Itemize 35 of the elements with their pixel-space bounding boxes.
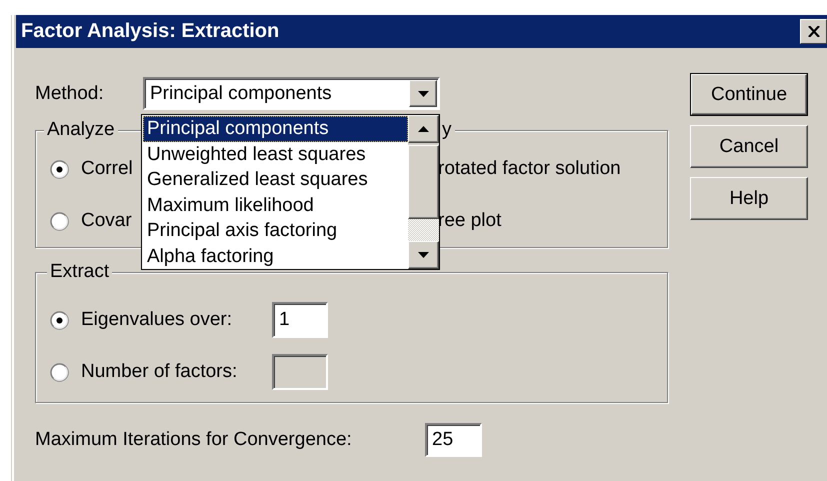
up-arrow-icon <box>418 126 429 132</box>
radio-label: Number of factors: <box>81 361 238 383</box>
cancel-button[interactable]: Cancel <box>690 125 808 168</box>
radio-label: Covar <box>81 210 132 232</box>
option-label: rotated factor solution <box>438 157 622 181</box>
scrollbar[interactable] <box>408 115 439 269</box>
method-dropdown[interactable]: Principal components <box>143 77 440 110</box>
scroll-up-button[interactable] <box>408 115 439 143</box>
group-label: Analyze <box>44 119 118 141</box>
radio-button[interactable] <box>50 212 69 230</box>
list-option[interactable]: Alpha factoring <box>143 244 408 269</box>
number-field[interactable]: 25 <box>425 423 482 457</box>
radio-label: Eigenvalues over: <box>81 309 232 331</box>
down-arrow-icon <box>418 252 429 258</box>
help-button[interactable]: Help <box>690 177 808 220</box>
continue-button[interactable]: Continue <box>690 73 808 116</box>
scroll-track[interactable] <box>408 219 439 241</box>
list-option[interactable]: Generalized least squares <box>143 167 408 192</box>
radio-label: Correl <box>81 158 133 180</box>
close-icon <box>808 26 820 37</box>
scroll-thumb[interactable] <box>408 145 439 219</box>
list-option[interactable]: Principal axis factoring <box>143 218 408 244</box>
scroll-down-button[interactable] <box>408 241 439 269</box>
iterations-label: Maximum Iterations for Convergence: <box>35 429 353 451</box>
number-field[interactable]: 1 <box>272 302 328 338</box>
method-label: Method: <box>35 82 105 104</box>
list-option[interactable]: Principal components <box>143 116 408 142</box>
down-arrow-icon <box>418 90 428 96</box>
radio-button[interactable] <box>50 310 69 330</box>
list-option[interactable]: Unweighted least squares <box>143 142 408 167</box>
window-title: Factor Analysis: Extraction <box>20 20 280 43</box>
list-option[interactable]: Maximum likelihood <box>143 192 408 218</box>
option-label: ree plot <box>438 209 502 233</box>
radio-button[interactable] <box>50 160 69 178</box>
close-button[interactable] <box>800 19 827 44</box>
